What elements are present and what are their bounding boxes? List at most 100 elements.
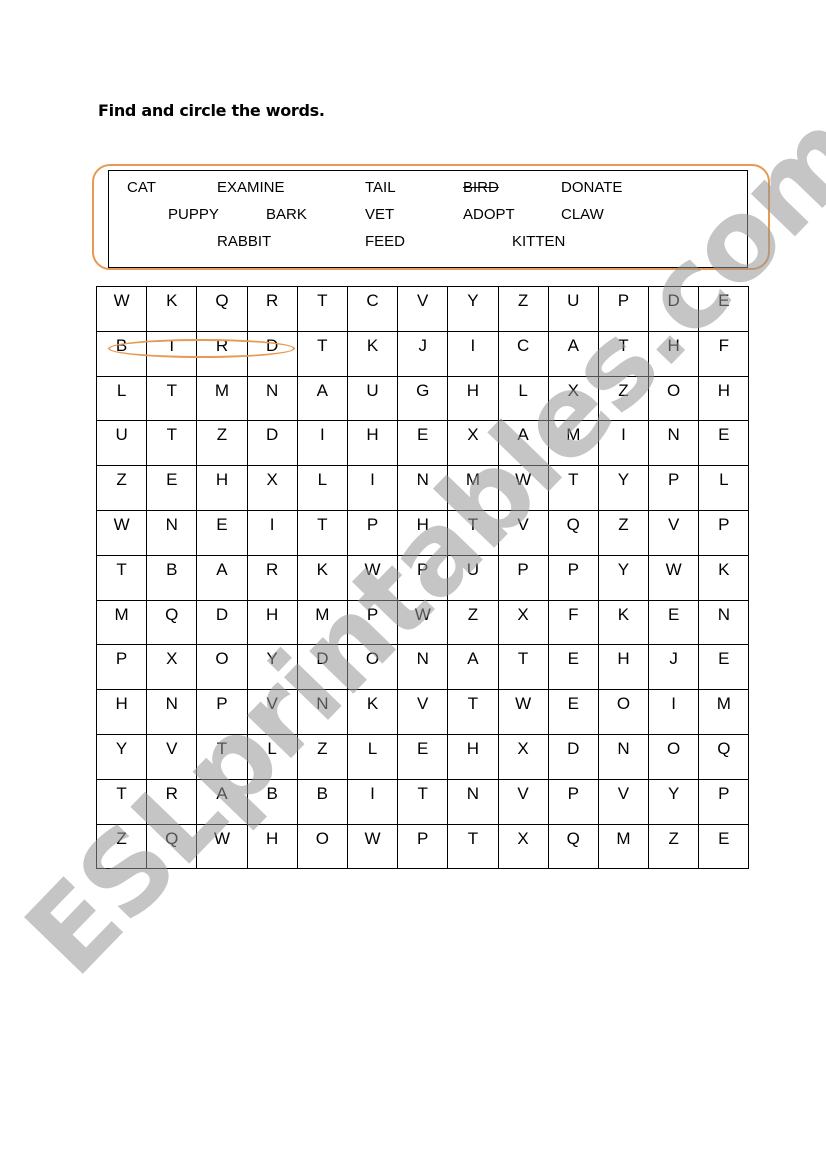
grid-cell[interactable]: W <box>346 823 399 870</box>
grid-cell[interactable]: C <box>497 330 549 377</box>
grid-cell[interactable]: G <box>397 375 449 422</box>
grid-cell[interactable]: J <box>397 330 449 377</box>
grid-cell[interactable]: Z <box>447 599 499 646</box>
grid-cell[interactable]: H <box>447 733 499 780</box>
grid-cell[interactable]: T <box>547 465 599 511</box>
grid-cell[interactable]: Q <box>146 599 198 646</box>
grid-cell[interactable]: A <box>497 420 549 467</box>
grid-cell[interactable]: E <box>196 509 248 556</box>
grid-cell[interactable]: N <box>296 689 348 735</box>
grid-cell[interactable]: Z <box>95 465 148 511</box>
grid-cell[interactable]: K <box>296 554 348 601</box>
grid-cell[interactable]: A <box>196 778 248 825</box>
grid-cell[interactable]: L <box>95 375 148 422</box>
grid-cell[interactable]: W <box>648 554 700 601</box>
grid-cell[interactable]: I <box>346 778 399 825</box>
grid-cell[interactable]: I <box>447 330 499 377</box>
grid-cell[interactable]: V <box>648 509 700 556</box>
grid-cell[interactable]: T <box>447 689 499 735</box>
grid-cell[interactable]: P <box>397 823 449 870</box>
grid-cell[interactable]: E <box>698 644 750 691</box>
grid-cell[interactable]: R <box>146 778 198 825</box>
grid-cell[interactable]: E <box>698 286 750 332</box>
grid-cell[interactable]: I <box>296 420 348 467</box>
grid-cell[interactable]: H <box>648 330 700 377</box>
grid-cell[interactable]: W <box>497 465 549 511</box>
grid-cell[interactable]: Y <box>597 465 650 511</box>
grid-cell[interactable]: T <box>196 733 248 780</box>
grid-cell[interactable]: L <box>246 733 298 780</box>
grid-cell[interactable]: T <box>397 778 449 825</box>
grid-cell[interactable]: V <box>497 778 549 825</box>
grid-cell[interactable]: Z <box>95 823 148 870</box>
grid-cell[interactable]: N <box>146 509 198 556</box>
grid-cell[interactable]: E <box>146 465 198 511</box>
grid-cell[interactable]: P <box>497 554 549 601</box>
grid-cell[interactable]: T <box>95 778 148 825</box>
grid-cell[interactable]: T <box>95 554 148 601</box>
grid-cell[interactable]: T <box>296 509 348 556</box>
grid-cell[interactable]: W <box>196 823 248 870</box>
grid-cell[interactable]: I <box>346 465 399 511</box>
grid-cell[interactable]: A <box>296 375 348 422</box>
grid-cell[interactable]: Z <box>597 375 650 422</box>
grid-cell[interactable]: B <box>246 778 298 825</box>
grid-cell[interactable]: N <box>648 420 700 467</box>
grid-cell[interactable]: E <box>547 644 599 691</box>
grid-cell[interactable]: W <box>346 554 399 601</box>
grid-cell[interactable]: H <box>196 465 248 511</box>
grid-cell[interactable]: K <box>597 599 650 646</box>
grid-cell[interactable]: T <box>296 286 348 332</box>
grid-cell[interactable]: X <box>497 599 549 646</box>
grid-cell[interactable]: K <box>698 554 750 601</box>
grid-cell[interactable]: C <box>346 286 399 332</box>
grid-cell[interactable]: O <box>296 823 348 870</box>
grid-cell[interactable]: Z <box>196 420 248 467</box>
grid-cell[interactable]: X <box>497 733 549 780</box>
grid-cell[interactable]: P <box>547 778 599 825</box>
grid-cell[interactable]: Q <box>698 733 750 780</box>
grid-cell[interactable]: E <box>698 420 750 467</box>
grid-cell[interactable]: M <box>447 465 499 511</box>
grid-cell[interactable]: K <box>346 330 399 377</box>
grid-cell[interactable]: B <box>146 554 198 601</box>
grid-cell[interactable]: V <box>246 689 298 735</box>
grid-cell[interactable]: X <box>246 465 298 511</box>
grid-cell[interactable]: H <box>447 375 499 422</box>
grid-cell[interactable]: Z <box>648 823 700 870</box>
grid-cell[interactable]: E <box>648 599 700 646</box>
grid-cell[interactable]: H <box>597 644 650 691</box>
grid-cell[interactable]: P <box>397 554 449 601</box>
grid-cell[interactable]: M <box>597 823 650 870</box>
grid-cell[interactable]: O <box>648 733 700 780</box>
grid-cell[interactable]: P <box>346 509 399 556</box>
grid-cell[interactable]: Z <box>597 509 650 556</box>
grid-cell[interactable]: P <box>547 554 599 601</box>
grid-cell[interactable]: R <box>246 286 298 332</box>
grid-cell[interactable]: N <box>698 599 750 646</box>
grid-cell[interactable]: Y <box>95 733 148 780</box>
grid-cell[interactable]: X <box>497 823 549 870</box>
grid-cell[interactable]: K <box>346 689 399 735</box>
grid-cell[interactable]: Q <box>547 509 599 556</box>
grid-cell[interactable]: O <box>648 375 700 422</box>
grid-cell[interactable]: Y <box>648 778 700 825</box>
grid-cell[interactable]: T <box>497 644 549 691</box>
grid-cell[interactable]: V <box>597 778 650 825</box>
grid-cell[interactable]: N <box>397 644 449 691</box>
grid-cell[interactable]: A <box>547 330 599 377</box>
grid-cell[interactable]: F <box>547 599 599 646</box>
grid-cell[interactable]: D <box>648 286 700 332</box>
grid-cell[interactable]: T <box>146 420 198 467</box>
grid-cell[interactable]: P <box>698 778 750 825</box>
grid-cell[interactable]: D <box>296 644 348 691</box>
grid-cell[interactable]: T <box>597 330 650 377</box>
grid-cell[interactable]: N <box>447 778 499 825</box>
grid-cell[interactable]: L <box>698 465 750 511</box>
grid-cell[interactable]: N <box>246 375 298 422</box>
grid-cell[interactable]: M <box>196 375 248 422</box>
grid-cell[interactable]: H <box>246 823 298 870</box>
grid-cell[interactable]: N <box>597 733 650 780</box>
grid-cell[interactable]: K <box>146 286 198 332</box>
grid-cell[interactable]: L <box>346 733 399 780</box>
